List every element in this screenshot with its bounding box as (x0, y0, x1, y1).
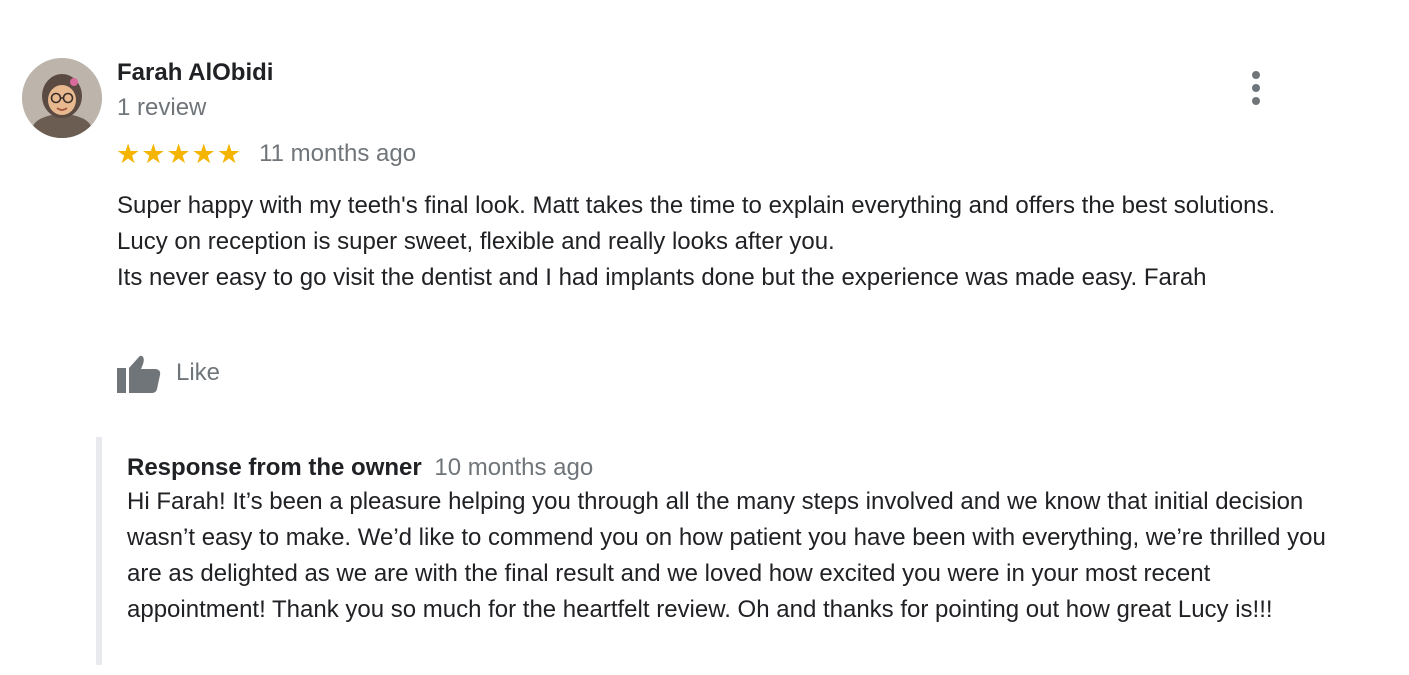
review-count: 1 review (117, 94, 207, 121)
star-icon: ★ (191, 139, 216, 169)
star-rating: ★ ★ ★ ★ ★ (116, 139, 241, 169)
star-icon: ★ (116, 139, 141, 169)
response-header: Response from the owner 10 months ago (127, 453, 1356, 483)
review-text: Super happy with my teeth's final look. … (117, 188, 1347, 296)
avatar-image (22, 58, 102, 138)
review-time: 11 months ago (259, 140, 417, 167)
menu-dot (1252, 71, 1260, 79)
owner-response: Response from the owner 10 months ago Hi… (96, 437, 1356, 665)
thumbs-up-icon (117, 355, 161, 393)
menu-dot (1252, 84, 1260, 92)
review-line: Lucy on reception is super sweet, flexib… (117, 228, 835, 255)
reviewer-name[interactable]: Farah AlObidi (117, 59, 273, 87)
like-label: Like (176, 359, 221, 386)
like-button[interactable]: Like (116, 352, 220, 394)
review-line: Super happy with my teeth's final look. … (117, 192, 1276, 219)
response-body: Hi Farah! It’s been a pleasure helping y… (127, 488, 1326, 623)
rating-row: ★ ★ ★ ★ ★ 11 months ago (116, 139, 416, 169)
review-line: Its never easy to go visit the dentist a… (117, 264, 1207, 291)
star-icon: ★ (166, 139, 191, 169)
star-icon: ★ (141, 139, 166, 169)
response-title: Response from the owner (127, 454, 422, 481)
more-vert-icon[interactable] (1240, 68, 1272, 108)
response-time: 10 months ago (434, 454, 594, 481)
avatar[interactable] (22, 58, 102, 138)
menu-dot (1252, 97, 1260, 105)
star-icon: ★ (216, 139, 242, 169)
